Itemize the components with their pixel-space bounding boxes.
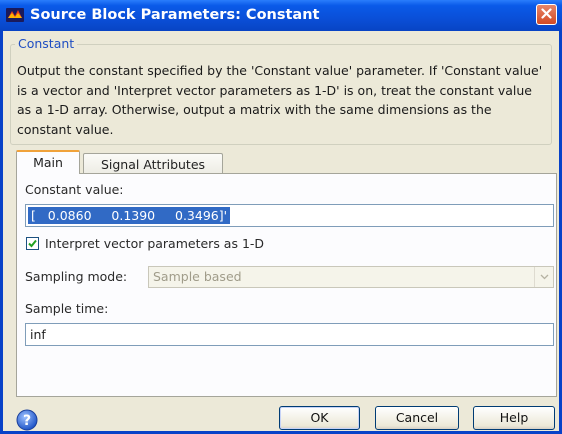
- sampling-mode-select[interactable]: Sample based: [148, 266, 554, 288]
- constant-value-label: Constant value:: [25, 182, 124, 197]
- title-bar[interactable]: Source Block Parameters: Constant: [0, 0, 562, 31]
- help-question-icon[interactable]: ?: [16, 409, 38, 431]
- simulink-block-icon: [6, 7, 24, 23]
- tab-main[interactable]: Main: [16, 150, 80, 174]
- sample-time-text: inf: [30, 327, 46, 342]
- tab-signal-attributes-label: Signal Attributes: [100, 157, 206, 172]
- sampling-mode-label: Sampling mode:: [25, 269, 128, 284]
- cancel-button[interactable]: Cancel: [375, 406, 459, 430]
- tab-signal-attributes[interactable]: Signal Attributes: [83, 153, 223, 175]
- sample-time-input[interactable]: inf: [25, 323, 554, 346]
- help-button[interactable]: Help: [473, 406, 555, 430]
- main-tab-panel: Constant value: [ 0.0860 0.1390 0.3496]'…: [16, 173, 557, 397]
- window-title: Source Block Parameters: Constant: [30, 7, 320, 23]
- sample-time-label: Sample time:: [25, 301, 109, 316]
- close-button[interactable]: [536, 4, 557, 25]
- tab-main-label: Main: [33, 155, 63, 170]
- block-description: Output the constant specified by the 'Co…: [17, 63, 543, 137]
- ok-button[interactable]: OK: [279, 406, 360, 430]
- constant-value-input[interactable]: [ 0.0860 0.1390 0.3496]': [25, 204, 554, 227]
- svg-text:?: ?: [23, 413, 31, 429]
- dialog-window: Source Block Parameters: Constant Consta…: [0, 0, 562, 434]
- interpret-1d-label: Interpret vector parameters as 1-D: [45, 236, 265, 251]
- constant-value-text: [ 0.0860 0.1390 0.3496]': [28, 207, 231, 224]
- chevron-down-icon: [534, 267, 553, 287]
- sampling-mode-value: Sample based: [153, 269, 242, 284]
- interpret-1d-checkbox[interactable]: [26, 237, 39, 250]
- group-legend: Constant: [15, 36, 78, 51]
- close-icon: [541, 7, 552, 23]
